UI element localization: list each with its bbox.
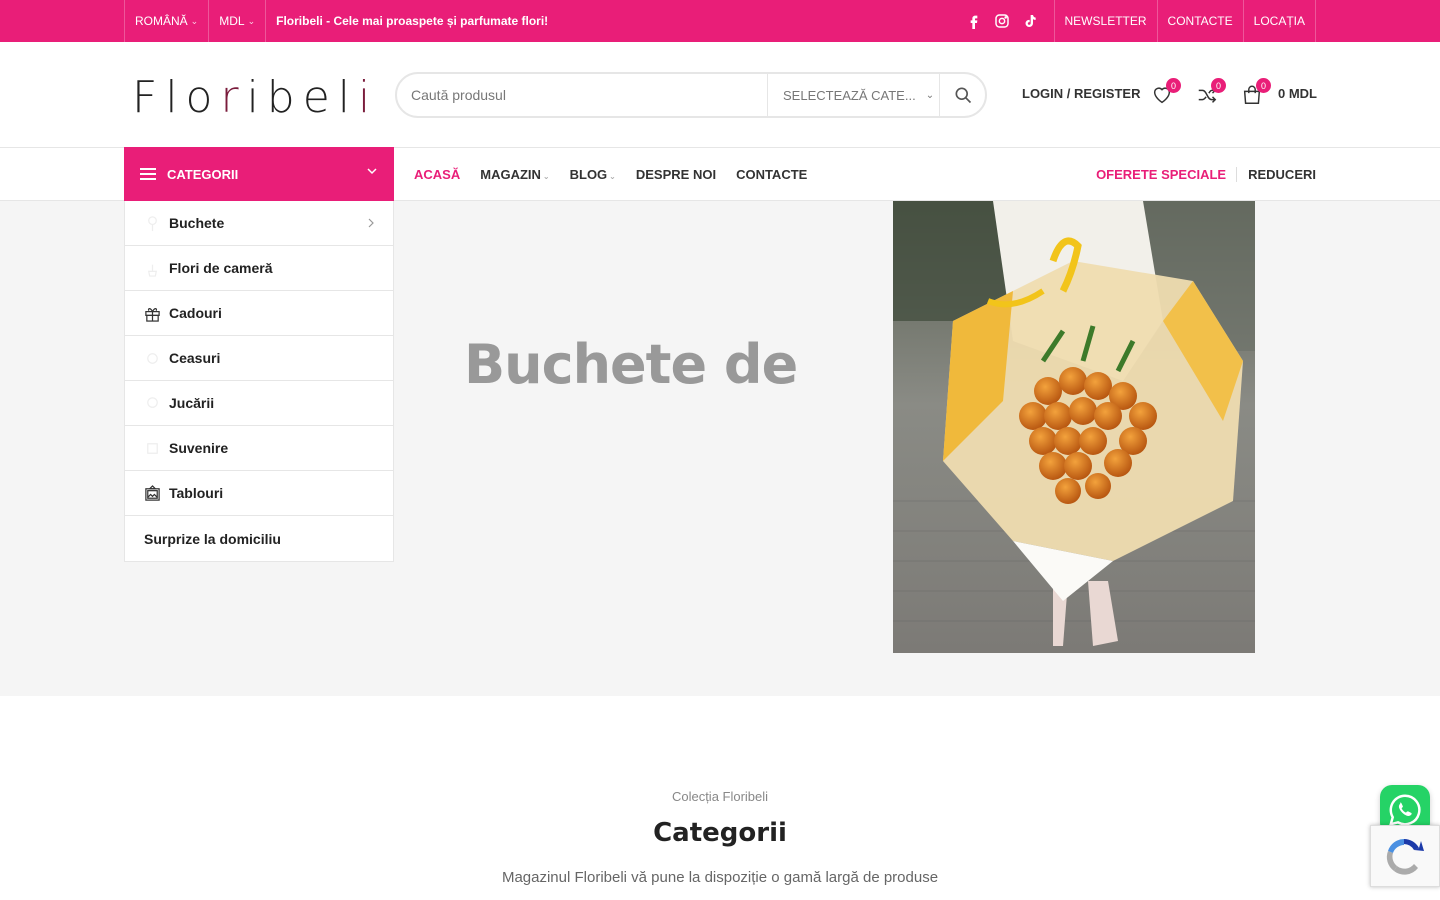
search-category-select[interactable]: SELECTEAZĂ CATE... ⌄ <box>767 74 939 116</box>
tiktok-icon[interactable] <box>1022 13 1038 29</box>
section-subtitle: Colecția Floribeli <box>671 789 769 804</box>
contacts-link[interactable]: CONTACTE <box>1156 0 1243 42</box>
nav-item-label: BLOG <box>569 167 608 182</box>
hero-bouquet-image <box>893 201 1255 653</box>
nav-item-label: CONTACTE <box>736 167 808 182</box>
cart-total[interactable]: 0 MDL <box>1278 86 1317 101</box>
category-label: Jucării <box>169 395 215 411</box>
search-bar: SELECTEAZĂ CATE... ⌄ <box>395 72 987 118</box>
cart-count-badge: 0 <box>1256 78 1271 93</box>
chevron-right-icon <box>368 218 374 228</box>
section-title: Categorii <box>653 818 787 848</box>
site-logo[interactable]: Floribeli <box>132 72 378 123</box>
category-label: Surprize la domiciliu <box>144 530 281 547</box>
category-label: Flori de cameră <box>169 260 273 276</box>
category-label: Cadouri <box>169 305 222 321</box>
category-label: Tablouri <box>169 485 224 501</box>
nav-item-blog[interactable]: BLOG ⌄ <box>570 167 616 182</box>
category-item-watches[interactable]: Ceasuri <box>125 336 393 381</box>
nav-bar: CATEGORII ACASĂ MAGAZIN ⌄ BLOG ⌄ DESPRE NO… <box>0 147 1440 201</box>
category-item-souvenirs[interactable]: Suvenire <box>125 426 393 471</box>
search-input[interactable] <box>397 74 767 116</box>
recaptcha-badge[interactable] <box>1370 825 1440 887</box>
chevron-down-icon: ⌄ <box>925 89 935 101</box>
location-link[interactable]: LOCAȚIA <box>1242 0 1316 42</box>
wishlist-count-badge: 0 <box>1166 78 1181 93</box>
search-category-label: SELECTEAZĂ CATE... <box>783 87 916 103</box>
top-bar: ROMÂNĂ ⌄ MDL ⌄ Floribeli - Cele mai proasp… <box>0 0 1440 42</box>
main-menu: ACASĂ MAGAZIN ⌄ BLOG ⌄ DESPRE NOI CONTACTE <box>414 148 807 201</box>
cart-button[interactable]: 0 <box>1241 78 1271 106</box>
currency-selector[interactable]: MDL ⌄ <box>208 0 265 42</box>
categories-toggle-button[interactable]: CATEGORII <box>124 147 394 201</box>
special-offers-link[interactable]: OFERETE SPECIALE <box>1096 167 1238 182</box>
search-icon <box>955 87 971 104</box>
chevron-down-icon: ⌄ <box>247 15 256 26</box>
compare-button[interactable]: 0 <box>1196 78 1226 106</box>
language-selector[interactable]: ROMÂNĂ ⌄ <box>124 0 208 42</box>
instagram-icon[interactable] <box>994 13 1010 29</box>
category-label: Buchete <box>169 215 225 231</box>
categories-dropdown: Buchete Flori de cameră Cadouri Ceasuri … <box>124 201 394 562</box>
category-item-gifts[interactable]: Cadouri <box>125 291 393 336</box>
section-description: Magazinul Floribeli vă pune la dispoziți… <box>501 869 939 886</box>
nav-item-home[interactable]: ACASĂ <box>414 167 460 182</box>
nav-item-label: MAGAZIN <box>480 167 541 182</box>
login-register-link[interactable]: LOGIN / REGISTER <box>1022 86 1140 101</box>
gift-icon <box>144 305 161 322</box>
category-item-home-surprises[interactable]: Surprize la domiciliu <box>125 516 393 561</box>
category-label: Ceasuri <box>169 350 221 366</box>
chevron-down-icon: ⌄ <box>190 15 199 26</box>
chevron-down-icon: ⌄ <box>609 172 616 181</box>
main-header: Floribeli SELECTEAZĂ CATE... ⌄ LOGIN / R… <box>0 42 1440 148</box>
chevron-down-icon: ⌄ <box>542 172 550 181</box>
watch-icon <box>144 350 161 367</box>
compare-count-badge: 0 <box>1211 78 1226 93</box>
nav-item-label: DESPRE NOI <box>635 167 717 182</box>
promo-text: Floribeli - Cele mai proaspete și parfum… <box>265 0 558 42</box>
category-item-house-plants[interactable]: Flori de cameră <box>125 246 393 291</box>
nav-right-links: OFERETE SPECIALE REDUCERI <box>1096 148 1316 201</box>
category-item-toys[interactable]: Jucării <box>125 381 393 426</box>
language-label: ROMÂNĂ <box>135 14 188 28</box>
recaptcha-icon <box>1386 839 1424 875</box>
chevron-down-icon <box>367 168 377 175</box>
nav-item-shop[interactable]: MAGAZIN ⌄ <box>480 167 549 182</box>
hero-title: Buchete de <box>464 333 798 396</box>
category-item-bouquets[interactable]: Buchete <box>125 201 393 246</box>
nav-item-contacts[interactable]: CONTACTE <box>736 167 807 182</box>
plant-icon <box>144 260 161 277</box>
nav-item-about[interactable]: DESPRE NOI <box>636 167 716 182</box>
category-label: Suvenire <box>169 440 229 456</box>
menu-icon <box>140 168 156 180</box>
toy-icon <box>144 395 161 412</box>
facebook-icon[interactable] <box>966 13 982 29</box>
souvenir-icon <box>144 440 161 457</box>
social-links <box>966 13 1054 29</box>
whatsapp-icon <box>1388 794 1421 826</box>
discounts-link[interactable]: REDUCERI <box>1237 167 1316 182</box>
bouquet-icon <box>144 215 161 232</box>
category-item-paintings[interactable]: Tablouri <box>125 471 393 516</box>
search-button[interactable] <box>939 74 985 116</box>
wishlist-button[interactable]: 0 <box>1151 78 1181 106</box>
painting-icon <box>144 484 161 502</box>
nav-item-label: ACASĂ <box>414 167 461 182</box>
categories-label: CATEGORII <box>167 166 239 182</box>
newsletter-link[interactable]: NEWSLETTER <box>1053 0 1157 42</box>
currency-label: MDL <box>219 14 245 28</box>
